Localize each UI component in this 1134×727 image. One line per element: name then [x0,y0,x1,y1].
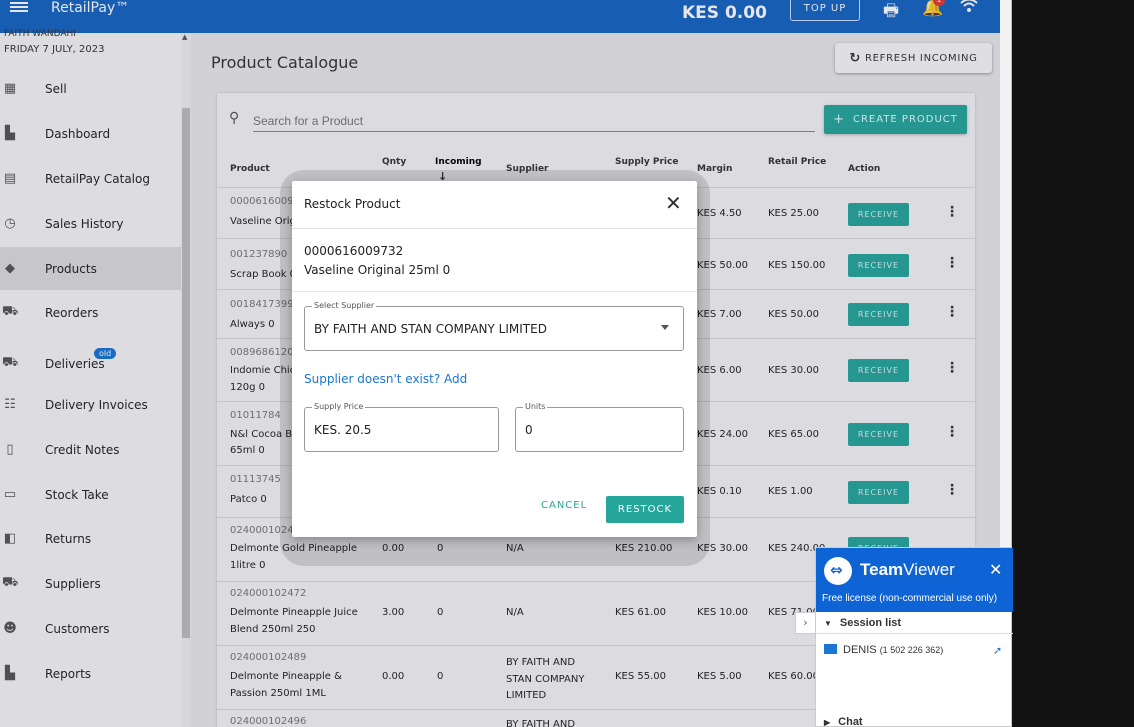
dialog-title: Restock Product [304,197,401,211]
close-icon[interactable]: ✕ [665,193,682,213]
dialog-product-code: 0000616009732 [304,244,404,258]
supply-price-value: KES. 20.5 [314,423,372,437]
teamviewer-expand-tab[interactable]: › [795,612,815,634]
add-supplier-link[interactable]: Supplier doesn't exist? Add [304,372,467,386]
units-value: 0 [525,423,533,437]
desktop-background [1012,0,1134,727]
dropdown-arrow-icon[interactable] [661,325,669,330]
supply-price-label: Supply Price [312,402,366,411]
teamviewer-panel: TeamViewer ✕ Free license (non-commercia… [815,547,1013,727]
divider [292,228,697,229]
divider [816,633,1013,634]
session-list-header[interactable]: ▼ Session list [824,617,901,629]
divider [292,291,697,292]
teamviewer-brand: TeamViewer [860,560,955,579]
select-supplier-label: Select Supplier [312,301,377,310]
restock-button[interactable]: RESTOCK [606,496,684,523]
teamviewer-license-text: Free license (non-commercial use only) [822,593,998,604]
session-item[interactable]: DENIS (1 502 226 362) [824,644,943,656]
restock-product-dialog: Restock Product ✕ 0000616009732 Vaseline… [292,181,697,537]
units-field[interactable]: Units 0 [515,402,684,452]
select-supplier-dropdown[interactable]: Select Supplier BY FAITH AND STAN COMPAN… [304,301,684,351]
dialog-product-name: Vaseline Original 25ml 0 [304,263,451,277]
close-icon[interactable]: ✕ [989,560,1002,579]
teamviewer-logo-icon [824,557,852,585]
expand-triangle-icon: ▶ [824,718,831,727]
teamviewer-header: TeamViewer ✕ Free license (non-commercia… [816,548,1013,612]
supply-price-field[interactable]: Supply Price KES. 20.5 [304,402,499,452]
chat-header[interactable]: ▶ Chat [824,716,863,727]
cancel-button[interactable]: CANCEL [541,500,587,511]
units-label: Units [523,402,548,411]
selected-supplier-value: BY FAITH AND STAN COMPANY LIMITED [314,322,547,336]
pin-icon[interactable]: ➚ [993,644,1002,657]
collapse-triangle-icon: ▼ [824,619,832,628]
monitor-icon [824,644,837,654]
